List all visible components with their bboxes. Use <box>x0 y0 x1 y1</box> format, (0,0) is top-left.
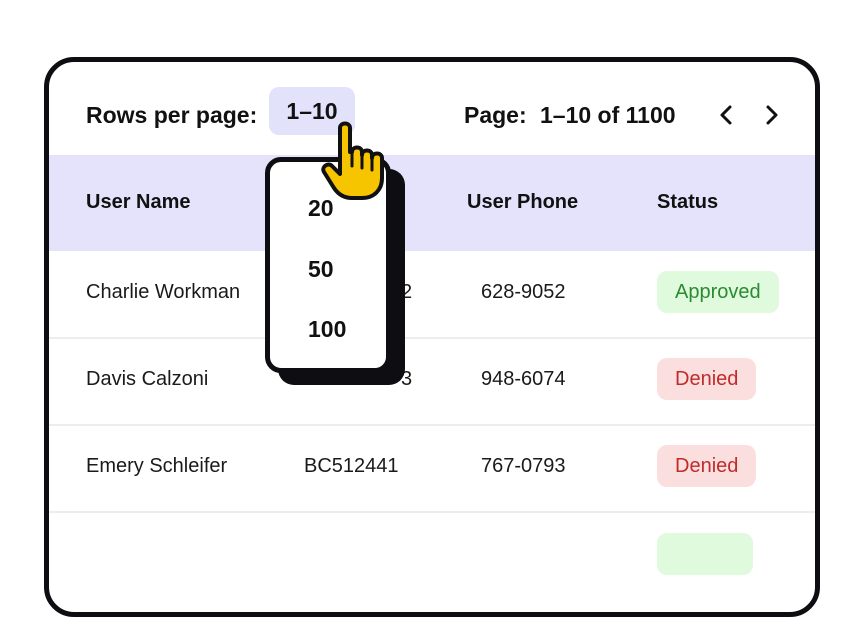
table-row[interactable]: Emery Schleifer BC512441 767-0793 Denied <box>49 425 815 513</box>
cell-user-name: Emery Schleifer <box>86 455 228 477</box>
cell-user-id: BC512441 <box>304 455 399 477</box>
cell-user-name: Charlie Workman <box>86 281 241 303</box>
chevron-right-icon[interactable] <box>757 100 787 130</box>
cell-user-phone: 628-9052 <box>481 281 566 303</box>
hand-pointer-icon <box>318 118 392 202</box>
column-header-status[interactable]: Status <box>657 191 718 214</box>
pagination-bar: Rows per page: 1–10 Page: 1–10 of 1100 <box>49 62 815 154</box>
rows-per-page-label: Rows per page: <box>86 102 258 128</box>
status-badge: Denied <box>657 358 757 400</box>
page-range: 1–10 of 1100 <box>540 102 676 128</box>
table-row[interactable]: Davis Calzoni 3 948-6074 Denied <box>49 338 815 426</box>
table-row[interactable]: Charlie Workman 2 628-9052 Approved <box>49 251 815 339</box>
cell-user-phone: 948-6074 <box>481 368 566 390</box>
table-header: User Name User Phone Status <box>49 155 815 251</box>
table-row[interactable] <box>49 512 815 598</box>
page-label: Page: <box>464 102 527 128</box>
data-table-card: Rows per page: 1–10 Page: 1–10 of 1100 U… <box>44 57 820 617</box>
status-badge: Denied <box>657 445 757 487</box>
cell-user-name: Davis Calzoni <box>86 368 209 390</box>
dropdown-option-100[interactable]: 100 <box>308 316 346 343</box>
status-badge: Approved <box>657 271 779 313</box>
cell-user-phone: 767-0793 <box>481 455 566 477</box>
dropdown-option-50[interactable]: 50 <box>308 256 334 283</box>
chevron-left-icon[interactable] <box>711 100 741 130</box>
column-header-user-phone[interactable]: User Phone <box>467 191 578 214</box>
column-header-user-name[interactable]: User Name <box>86 191 191 214</box>
status-badge-partial <box>657 533 753 575</box>
